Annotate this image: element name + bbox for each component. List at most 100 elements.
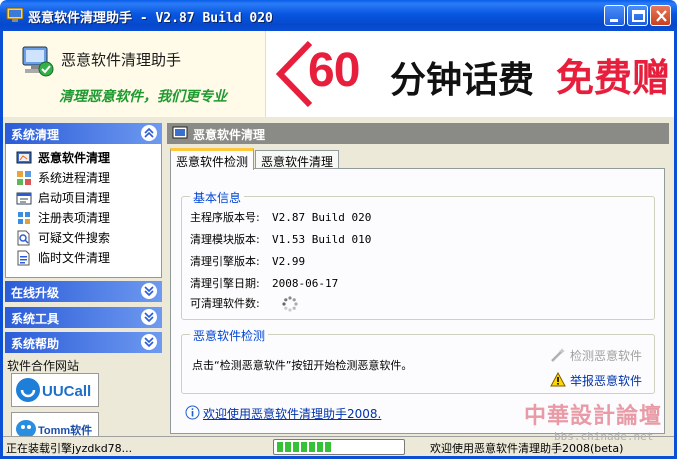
scan-icon — [172, 126, 188, 139]
info-value: 2008-06-17 — [272, 277, 339, 290]
main-panel: 恶意软件清理 恶意软件检测 恶意软件清理 基本信息 主程序版本号: V2.87 B… — [167, 120, 669, 436]
info-row-main-version: 主程序版本号: V2.87 Build 020 — [190, 209, 371, 225]
info-label: 清理引擎日期: — [190, 277, 260, 290]
button-label: 举报恶意软件 — [570, 374, 643, 388]
section-label: 系统帮助 — [11, 337, 60, 351]
info-row-engine-date: 清理引擎日期: 2008-06-17 — [190, 275, 338, 291]
sidebar-item-label: 恶意软件清理 — [38, 151, 111, 165]
progress-block — [301, 442, 307, 452]
welcome-link-text: 欢迎使用恶意软件清理助手2008. — [203, 407, 382, 421]
tab-label: 恶意软件检测 — [176, 155, 249, 169]
title-bar[interactable]: 恶意软件清理助手 - V2.87 Build 020 — [0, 0, 677, 31]
status-text-right: 欢迎使用恶意软件清理助手2008(beta) — [430, 442, 624, 455]
welcome-link[interactable]: 欢迎使用恶意软件清理助手2008. — [185, 405, 381, 422]
sidebar-section-online-update[interactable]: 在线升级 — [5, 281, 162, 302]
tomm-logo: Tomm软件 — [16, 420, 92, 436]
chevron-up-icon[interactable] — [141, 125, 157, 141]
header-banner: 恶意软件清理助手 清理恶意软件，我们更专业 60 分钟话费 免费赠 — [3, 31, 674, 117]
progress-block — [293, 442, 299, 452]
info-row-software-count: 可清理软件数: — [190, 295, 298, 312]
ad-banner[interactable]: 60 分钟话费 免费赠 — [265, 31, 674, 117]
report-malware-button[interactable]: 举报恶意软件 — [550, 372, 642, 389]
info-label: 主程序版本号: — [190, 211, 260, 224]
chevron-down-icon[interactable] — [141, 309, 157, 325]
uucall-logo: UUCall — [16, 378, 91, 402]
scan-icon — [16, 151, 32, 164]
tab-malware-clean[interactable]: 恶意软件清理 — [255, 150, 340, 169]
status-progress-bar — [273, 439, 405, 455]
progress-block — [325, 442, 331, 452]
chevron-down-icon[interactable] — [141, 283, 157, 299]
detect-message: 点击“检测恶意软件”按钮开始检测恶意软件。 — [192, 359, 413, 372]
window-title: 恶意软件清理助手 - V2.87 Build 020 — [28, 11, 273, 26]
tab-label: 恶意软件清理 — [261, 155, 334, 169]
close-icon — [656, 10, 667, 22]
progress-block — [309, 442, 315, 452]
progress-block — [285, 442, 291, 452]
section-label: 在线升级 — [11, 286, 60, 300]
basic-info-group: 基本信息 主程序版本号: V2.87 Build 020 清理模块版本: V1.53… — [181, 189, 655, 320]
maximize-button[interactable] — [627, 5, 648, 26]
status-bar: 正在装载引擎jyzdkd78... 欢迎使用恶意软件清理助手2008(beta) — [3, 436, 674, 456]
sidebar-item-temp-clean[interactable]: 临时文件清理 — [16, 249, 110, 267]
warning-icon — [550, 372, 566, 387]
info-value: V2.99 — [272, 255, 306, 268]
section-label: 系统清理 — [11, 128, 60, 142]
sidebar-item-label: 可疑文件搜索 — [38, 231, 111, 245]
sidebar-item-label: 启动项目清理 — [38, 191, 111, 205]
arrow-icon — [276, 41, 312, 107]
app-icon — [6, 7, 24, 22]
app-name: 恶意软件清理助手 — [61, 51, 182, 69]
partner-name: UUCall — [42, 383, 91, 400]
sidebar-item-label: 临时文件清理 — [38, 251, 111, 265]
sidebar-section-system-tools[interactable]: 系统工具 — [5, 307, 162, 328]
ad-number: 60 — [308, 44, 360, 97]
loading-spinner-icon — [281, 296, 298, 312]
logo-block: 恶意软件清理助手 清理恶意软件，我们更专业 — [3, 31, 265, 117]
file-search-icon — [17, 230, 30, 246]
sidebar-item-file-search[interactable]: 可疑文件搜索 — [16, 229, 110, 247]
sidebar-section-system-help[interactable]: 系统帮助 — [5, 332, 162, 353]
group-title: 恶意软件检测 — [190, 327, 269, 344]
partners-title: 软件合作网站 — [7, 359, 80, 373]
slogan: 清理恶意软件，我们更专业 — [59, 89, 227, 105]
info-value: V2.87 Build 020 — [272, 211, 372, 224]
info-row-engine-version: 清理引擎版本: V2.99 — [190, 253, 305, 269]
chevron-down-icon[interactable] — [141, 334, 157, 350]
group-title: 基本信息 — [190, 189, 245, 206]
tab-malware-detect[interactable]: 恶意软件检测 — [170, 148, 255, 170]
info-label: 清理引擎版本: — [190, 255, 260, 268]
progress-block — [277, 442, 283, 452]
ad-text: 分钟话费 — [390, 60, 535, 101]
info-label: 清理模块版本: — [190, 233, 260, 246]
sidebar-section-system-clean[interactable]: 系统清理 — [5, 123, 162, 144]
progress-block — [317, 442, 323, 452]
minimize-button[interactable] — [604, 5, 625, 26]
registry-icon — [18, 212, 30, 224]
sidebar-nav-list: 恶意软件清理 系统进程清理 启动项目清理 注册表项清理 可疑文件搜索 临时文件清… — [5, 144, 162, 278]
partner-link-tomm[interactable]: Tomm软件 — [11, 412, 99, 436]
maximize-icon — [632, 10, 645, 22]
ad-highlight: 免费赠 — [556, 56, 671, 100]
magic-wand-icon — [551, 348, 565, 362]
tab-page: 基本信息 主程序版本号: V2.87 Build 020 清理模块版本: V1.53… — [170, 168, 665, 434]
computer-icon — [22, 46, 54, 77]
sidebar-item-label: 系统进程清理 — [38, 171, 111, 185]
detect-malware-button[interactable]: 检测恶意软件 — [550, 347, 642, 364]
sidebar-item-registry-clean[interactable]: 注册表项清理 — [16, 209, 110, 227]
info-icon — [185, 405, 200, 420]
close-button[interactable] — [650, 5, 671, 26]
minimize-icon — [610, 19, 618, 22]
info-label: 可清理软件数: — [190, 297, 260, 310]
partner-link-uucall[interactable]: UUCall — [11, 373, 99, 407]
sidebar-item-label: 注册表项清理 — [38, 211, 111, 225]
panel-header: 恶意软件清理 — [167, 123, 669, 144]
info-value: V1.53 Build 010 — [272, 233, 372, 246]
partner-name: Tomm软件 — [38, 423, 92, 436]
sidebar-item-process-clean[interactable]: 系统进程清理 — [16, 169, 110, 187]
startup-icon — [16, 192, 32, 205]
status-text-left: 正在装载引擎jyzdkd78... — [6, 442, 133, 455]
sidebar-item-malware-clean[interactable]: 恶意软件清理 — [16, 149, 110, 167]
temp-file-icon — [17, 250, 30, 266]
sidebar-item-startup-clean[interactable]: 启动项目清理 — [16, 189, 110, 207]
